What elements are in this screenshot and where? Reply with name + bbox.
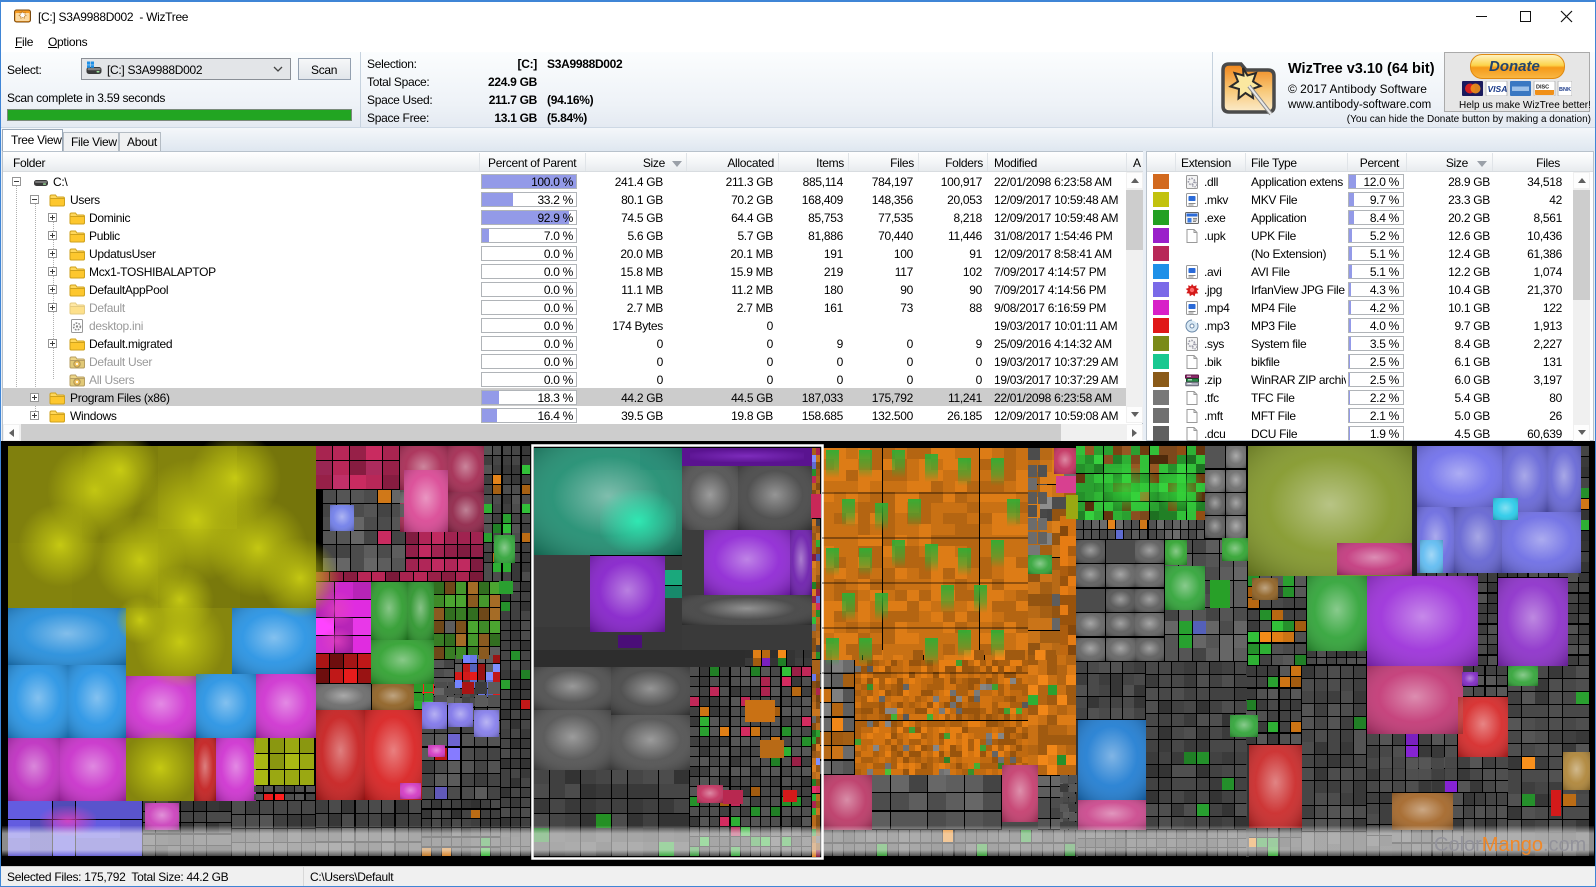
svg-text:VISA: VISA <box>1488 84 1508 94</box>
svg-text:DISC: DISC <box>1536 85 1549 91</box>
svg-text:ColorMango.com: ColorMango.com <box>1434 834 1586 856</box>
svg-text:BNK: BNK <box>1559 87 1571 93</box>
